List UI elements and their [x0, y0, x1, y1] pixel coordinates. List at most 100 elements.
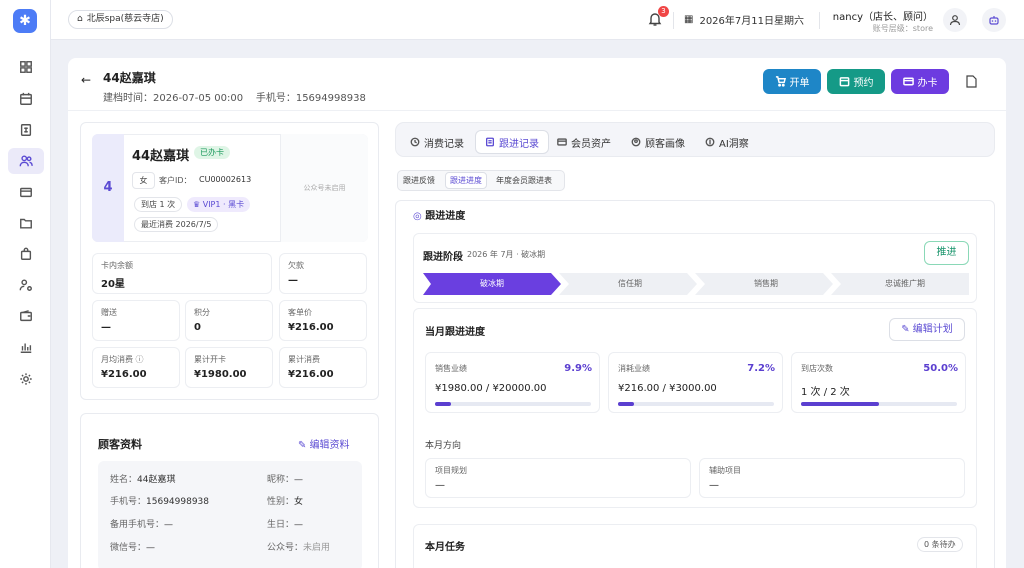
robot-icon[interactable] — [982, 8, 1006, 32]
stat-box: 累计开卡 ¥1980.00 — [185, 347, 273, 388]
subtab-feedback[interactable]: 跟进反馈 — [399, 172, 439, 189]
stage-trust: 信任期 — [618, 279, 642, 288]
tab-customer-portrait[interactable]: 顾客画像 — [622, 130, 694, 154]
tab-label: 会员资产 — [571, 138, 611, 150]
nav-card-icon[interactable] — [8, 179, 44, 205]
nav-folder-icon[interactable] — [8, 210, 44, 236]
stat-value: ¥216.00 — [288, 369, 334, 380]
stat-box: 卡内余额 20星 — [92, 253, 272, 294]
metric-percent: 9.9% — [564, 363, 592, 374]
stage-icebreak: 破冰期 — [480, 279, 504, 288]
page-title: 44赵嘉琪 — [103, 71, 156, 85]
advance-button[interactable]: 推进 — [924, 241, 969, 265]
stage-title: 跟进阶段 — [423, 252, 463, 263]
nav-calendar-icon[interactable] — [8, 86, 44, 112]
info-name: 姓名：44赵嘉琪 — [110, 472, 175, 485]
info-gender: 性别：女 — [267, 494, 303, 507]
info-key: 手机号： — [110, 497, 147, 507]
info-wechat: 微信号：— — [110, 540, 155, 553]
month-task-card — [413, 524, 977, 568]
gender-tag: 女 — [132, 172, 155, 189]
edit-info-button[interactable]: ✎ 编辑资料 — [298, 436, 350, 451]
stat-value: ¥1980.00 — [194, 369, 247, 380]
tab-member-assets[interactable]: 会员资产 — [548, 130, 620, 154]
stat-label: 客单价 — [288, 308, 312, 317]
edit-info-label: 编辑资料 — [309, 440, 350, 451]
user-avatar-icon[interactable] — [943, 8, 967, 32]
back-arrow-icon[interactable]: ← — [81, 73, 91, 87]
nav-finance-icon[interactable] — [8, 117, 44, 143]
task-count-badge: 0 条待办 — [917, 537, 963, 552]
card-button[interactable]: 办卡 — [891, 69, 949, 94]
document-icon[interactable] — [966, 75, 977, 91]
tab-consume-records[interactable]: 消费记录 — [401, 130, 473, 154]
edit-plan-label: 编辑计划 — [912, 324, 953, 335]
edit-plan-button[interactable]: ✎ 编辑计划 — [889, 318, 965, 341]
tab-followup-records[interactable]: 跟进记录 — [475, 130, 549, 154]
nav-settings-icon[interactable] — [8, 366, 44, 392]
metric-card-sales: 销售业绩 9.9% ¥1980.00 / ¥20000.00 — [425, 352, 600, 413]
stat-value: — — [101, 322, 111, 333]
project-plan-box: 项目规划 — — [425, 458, 691, 498]
support-project-value: — — [709, 480, 719, 491]
stat-label: 卡内余额 — [101, 261, 133, 270]
stat-box: 积分 0 — [185, 300, 273, 341]
stat-value: 0 — [194, 322, 201, 333]
info-value: 15694998938 — [146, 497, 210, 507]
stat-label: 赠送 — [101, 308, 117, 317]
project-plan-value: — — [435, 480, 445, 491]
nav-staff-icon[interactable] — [8, 272, 44, 298]
user-name[interactable]: nancy（店长、顾问） — [831, 8, 933, 23]
stat-label: 欠款 — [288, 261, 304, 270]
metric-value: ¥216.00 / ¥3000.00 — [618, 383, 717, 394]
info-value: — — [164, 520, 174, 530]
store-selector[interactable]: ⌂ 北辰spa(慈云寺店) — [68, 10, 173, 29]
wechat-public-placeholder: 公众号未启用 — [280, 134, 368, 242]
stage-loyalty: 忠诚推广期 — [885, 279, 925, 288]
stat-label: 累计消费 — [288, 355, 320, 364]
info-key: 微信号： — [110, 543, 147, 553]
info-public-account: 公众号：未启用 — [267, 540, 330, 553]
vip-tag: ♛ VIP1 · 黑卡 — [187, 197, 251, 212]
nav-bag-icon[interactable] — [8, 241, 44, 267]
pencil-icon: ✎ — [901, 324, 913, 335]
tab-label: 消费记录 — [424, 138, 464, 150]
stat-value: — — [288, 275, 298, 286]
stat-box: 欠款 — — [279, 253, 367, 294]
stat-value: 20星 — [101, 279, 125, 290]
metric-label: 到店次数 — [801, 364, 833, 373]
support-project-box: 辅助项目 — — [699, 458, 965, 498]
divider — [819, 12, 820, 29]
order-button[interactable]: 开单 — [763, 69, 821, 94]
info-value: — — [294, 475, 304, 485]
card-label: 办卡 — [917, 78, 938, 89]
info-icon[interactable]: ⓘ — [136, 355, 144, 364]
direction-title: 本月方向 — [425, 441, 462, 451]
info-value: 女 — [294, 497, 304, 507]
app-logo[interactable]: ✱ — [13, 9, 37, 33]
nav-dashboard-icon[interactable] — [8, 54, 44, 80]
info-key: 公众号： — [267, 543, 304, 553]
target-icon: ◎ — [413, 211, 426, 222]
nav-wallet-icon[interactable] — [8, 303, 44, 329]
subtab-progress[interactable]: 跟进进度 — [445, 172, 487, 189]
booking-button[interactable]: 预约 — [827, 69, 885, 94]
booking-label: 预约 — [853, 78, 874, 89]
info-key: 性别： — [267, 497, 295, 507]
metric-percent: 7.2% — [747, 363, 775, 374]
store-name: 北辰spa(慈云寺店) — [86, 14, 164, 24]
user-role: 账号层级：store — [872, 24, 933, 33]
stat-box: 累计消费 ¥216.00 — [279, 347, 367, 388]
info-value: 44赵嘉琪 — [137, 475, 176, 485]
nav-stats-icon[interactable] — [8, 334, 44, 360]
stat-label-text: 月均消费 — [101, 355, 133, 364]
customer-id: CU00002613 — [199, 175, 252, 184]
stat-label: 月均消费 ⓘ — [101, 354, 144, 365]
nav-customers-icon[interactable] — [8, 148, 44, 174]
notification-badge: 3 — [658, 6, 669, 17]
tab-ai-insight[interactable]: AI洞察 — [696, 130, 758, 154]
sidebar: ✱ — [0, 0, 51, 568]
metric-label: 销售业绩 — [435, 364, 467, 373]
stat-label: 累计开卡 — [194, 355, 226, 364]
subtab-annual-table[interactable]: 年度会员跟进表 — [492, 172, 556, 189]
